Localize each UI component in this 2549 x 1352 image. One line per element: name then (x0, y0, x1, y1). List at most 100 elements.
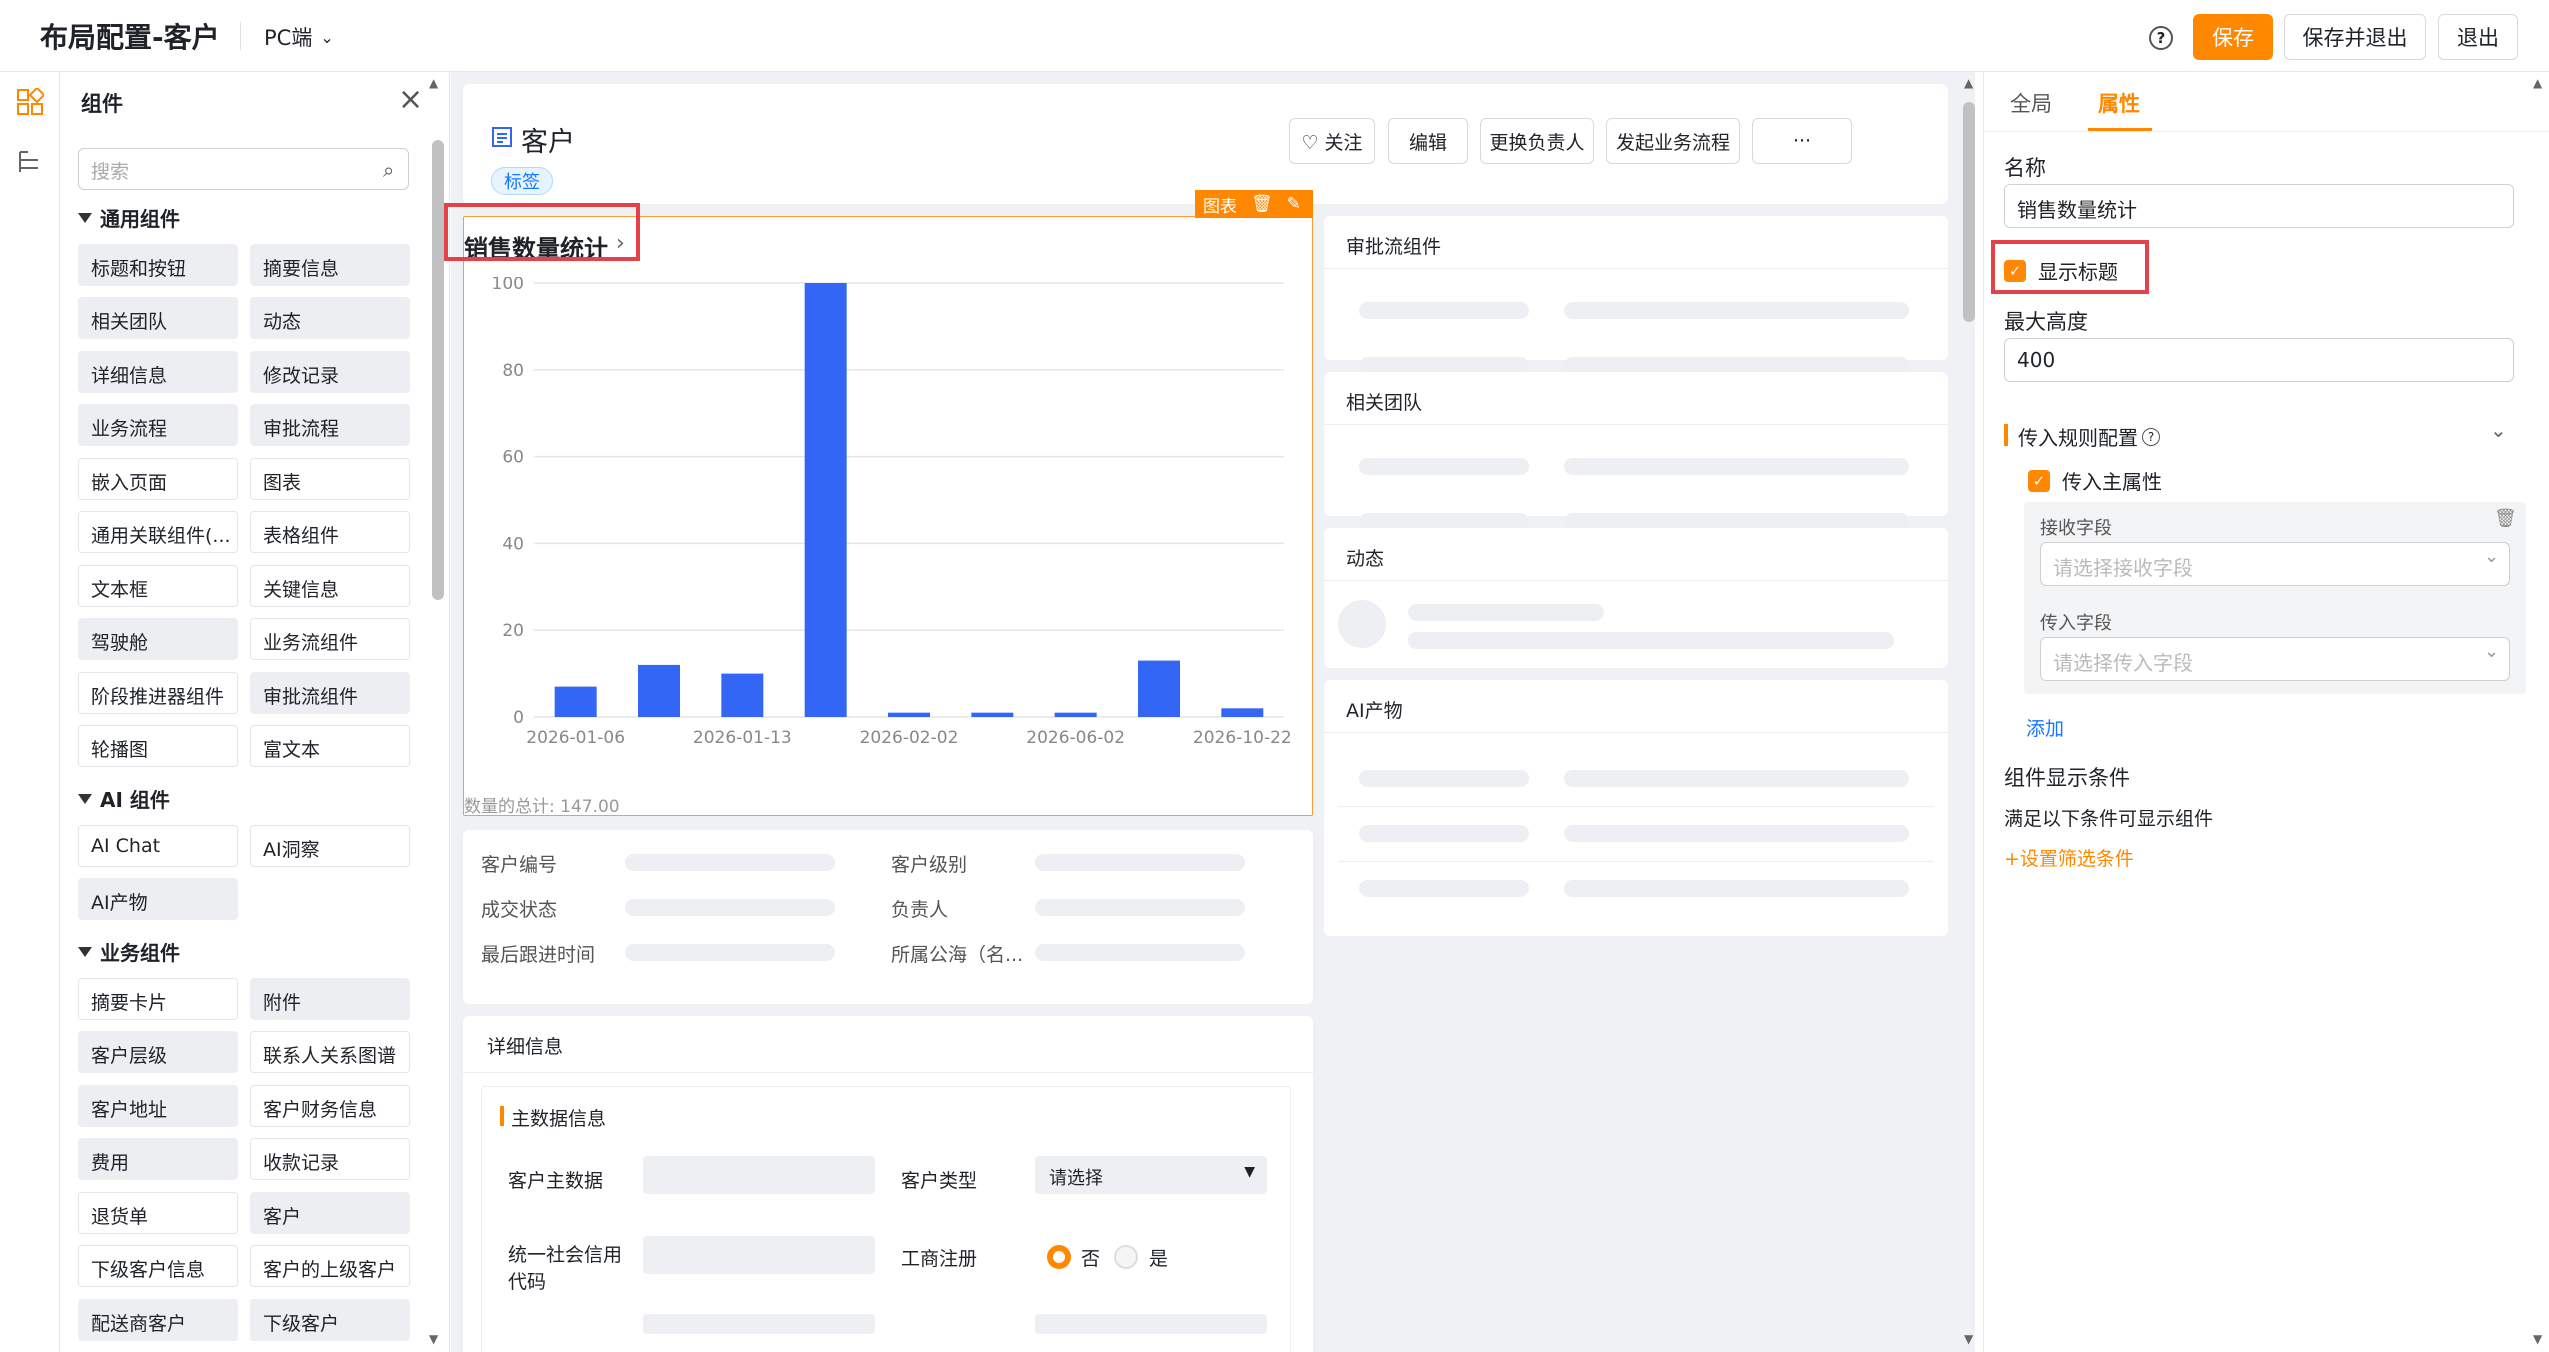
section-header[interactable]: 通用组件 (78, 203, 180, 232)
add-link[interactable]: 添加 (2026, 714, 2064, 741)
component-item[interactable]: 退货单 (78, 1191, 238, 1234)
section-header[interactable]: 业务组件 (78, 937, 180, 966)
pass-select[interactable]: 请选择传入字段 (2040, 637, 2510, 681)
component-item[interactable]: 客户财务信息 (250, 1084, 410, 1127)
side-card[interactable]: AI产物 (1324, 680, 1948, 936)
component-item[interactable]: 通用关联组件(... (78, 511, 238, 554)
scroll-down-icon[interactable]: ▼ (429, 1332, 438, 1346)
component-item[interactable]: 表格组件 (250, 511, 410, 554)
tree-icon[interactable] (16, 148, 44, 176)
component-item[interactable]: 轮播图 (78, 724, 238, 767)
search-input[interactable]: 搜索 (78, 148, 409, 190)
component-item[interactable]: 标题和按钮 (78, 244, 238, 286)
name-input[interactable]: 销售数量统计 (2004, 184, 2514, 228)
rule-section-title[interactable]: 传入规则配置? (2018, 422, 2160, 451)
component-item[interactable]: 审批流组件 (250, 671, 410, 714)
component-item[interactable]: 客户地址 (78, 1084, 238, 1127)
detail-title: 详细信息 (487, 1036, 564, 1058)
component-item[interactable]: 嵌入页面 (78, 457, 238, 500)
component-item[interactable]: 摘要信息 (250, 244, 410, 286)
field-input[interactable] (643, 1314, 875, 1334)
tab-global[interactable]: 全局 (2010, 88, 2052, 118)
component-item[interactable]: AI洞察 (250, 825, 410, 867)
component-item[interactable]: 驾驶舱 (78, 618, 238, 661)
component-item[interactable]: AI产物 (78, 878, 238, 921)
trash-icon[interactable]: 🗑 (2494, 508, 2517, 529)
help-icon[interactable]: ? (2149, 26, 2173, 50)
property-panel: 全局 属性 名称 销售数量统计 ✓ 显示标题 最大高度 400 传入规则配置? ⌄… (1983, 72, 2549, 1352)
component-item[interactable]: 客户层级 (78, 1031, 238, 1074)
tag-badge[interactable]: 标签 (491, 167, 553, 195)
component-item[interactable]: 费用 (78, 1138, 238, 1181)
component-item[interactable]: 附件 (250, 978, 410, 1020)
search-icon[interactable]: ⌕ (383, 158, 394, 182)
action-button[interactable]: ♡ 关注 (1289, 118, 1375, 164)
chart-card[interactable]: 销售数量统计 › 0 20 40 60 80 100 2026-01-06 2026-01-1… (463, 216, 1313, 817)
scroll-up-icon[interactable]: ▲ (1964, 76, 1973, 90)
tab-properties[interactable]: 属性 (2098, 88, 2140, 118)
component-item[interactable]: 客户 (250, 1191, 410, 1234)
side-card[interactable]: 动态 (1324, 528, 1948, 668)
component-item[interactable]: 富文本 (250, 724, 410, 767)
edit-icon[interactable]: ✎ (1287, 194, 1301, 214)
component-item[interactable]: 修改记录 (250, 350, 410, 393)
component-item[interactable]: 业务流程 (78, 404, 238, 447)
bar (804, 283, 847, 717)
component-item[interactable]: 动态 (250, 297, 410, 340)
side-card[interactable]: 相关团队 (1324, 372, 1948, 530)
recv-select[interactable]: 请选择接收字段 (2040, 542, 2510, 586)
component-item[interactable]: 相关团队 (78, 297, 238, 340)
platform-select[interactable]: PC端 ⌄ (264, 22, 334, 52)
scrollbar[interactable] (1963, 102, 1975, 322)
scrollbar[interactable] (432, 140, 444, 600)
section-header[interactable]: AI 组件 (78, 784, 170, 813)
component-item[interactable]: 收款记录 (250, 1138, 410, 1181)
component-item[interactable]: 阶段推进器组件 (78, 671, 238, 714)
action-button[interactable]: ··· (1752, 118, 1852, 164)
radio-no[interactable] (1047, 1245, 1071, 1269)
component-item[interactable]: 详细信息 (78, 350, 238, 393)
component-item[interactable]: 摘要卡片 (78, 978, 238, 1020)
max-height-input[interactable]: 400 (2004, 338, 2514, 382)
delete-icon[interactable]: 🗑 (1251, 194, 1273, 214)
detail-card[interactable]: 详细信息 主数据信息 客户主数据 客户类型 请选择 ▼ 统一社会信用 代码 工商注… (463, 1016, 1313, 1352)
component-item[interactable]: 客户的上级客户 (250, 1245, 410, 1288)
scroll-up-icon[interactable]: ▲ (2533, 76, 2542, 90)
close-icon[interactable]: × (398, 82, 423, 117)
customer-type-select[interactable]: 请选择 ▼ (1035, 1156, 1267, 1194)
component-item[interactable]: 审批流程 (250, 404, 410, 447)
field-input[interactable] (643, 1156, 875, 1194)
save-button[interactable]: 保存 (2193, 14, 2273, 60)
action-button[interactable]: 更换负责人 (1480, 118, 1594, 164)
field-input[interactable] (1035, 1314, 1267, 1334)
caret-down-icon (78, 793, 92, 804)
component-item[interactable]: 配送商客户 (78, 1298, 238, 1341)
component-item[interactable]: 业务流组件 (250, 618, 410, 661)
action-button[interactable]: 编辑 (1388, 118, 1468, 164)
component-item[interactable]: 关键信息 (250, 564, 410, 607)
question-icon[interactable]: ? (2142, 427, 2160, 446)
summary-card[interactable]: 客户编号 客户级别 成交状态 负责人 最后跟进时间 所属公海（名... (463, 830, 1313, 1004)
scroll-up-icon[interactable]: ▲ (429, 76, 438, 90)
set-filter-link[interactable]: +设置筛选条件 (2004, 844, 2134, 871)
component-item[interactable]: 图表 (250, 457, 410, 500)
component-item[interactable]: 联系人关系图谱 (250, 1031, 410, 1074)
pass-main-checkbox[interactable]: ✓ 传入主属性 (2028, 466, 2162, 495)
radio-yes[interactable] (1114, 1245, 1138, 1269)
action-button[interactable]: 发起业务流程 (1606, 118, 1740, 164)
show-title-checkbox[interactable]: ✓ 显示标题 (2004, 256, 2118, 285)
scroll-down-icon[interactable]: ▼ (1964, 1332, 1973, 1346)
exit-button[interactable]: 退出 (2438, 14, 2518, 60)
component-item[interactable]: 下级客户 (250, 1298, 410, 1341)
scroll-down-icon[interactable]: ▼ (2533, 1332, 2542, 1346)
side-card[interactable]: 审批流组件 (1324, 216, 1948, 374)
components-icon[interactable] (16, 88, 44, 116)
save-exit-button[interactable]: 保存并退出 (2284, 14, 2426, 60)
component-item[interactable]: 下级客户信息 (78, 1245, 238, 1288)
chevron-down-icon[interactable]: ⌄ (2490, 418, 2507, 442)
placeholder-bar (1564, 880, 1909, 897)
header-card[interactable]: 客户 标签 ♡ 关注 编辑 更换负责人 发起业务流程 ··· (463, 84, 1948, 204)
component-item[interactable]: AI Chat (78, 825, 238, 867)
field-input[interactable] (643, 1236, 875, 1274)
component-item[interactable]: 文本框 (78, 564, 238, 607)
